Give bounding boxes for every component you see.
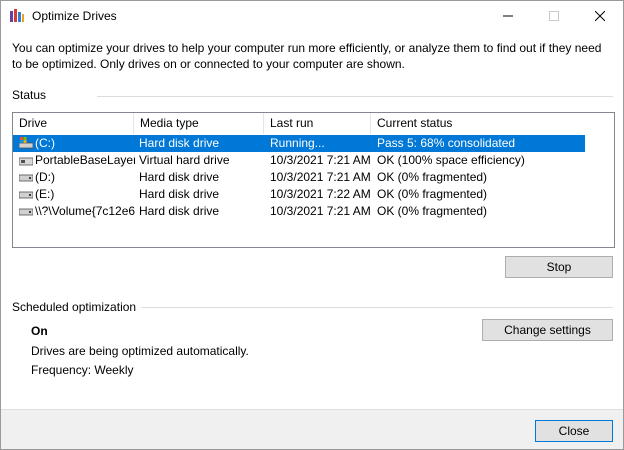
schedule-state: On (31, 324, 48, 338)
column-header-drive[interactable]: Drive (13, 113, 134, 134)
optimize-drives-window: Optimize Drives You can optimize your dr… (0, 0, 624, 450)
media-type: Hard disk drive (139, 204, 220, 218)
drive-list-header: Drive Media type Last run Current status (13, 113, 614, 134)
last-run: 10/3/2021 7:21 AM (270, 153, 370, 167)
close-icon (595, 11, 605, 21)
intro-text: You can optimize your drives to help you… (12, 41, 602, 71)
hard-drive-icon (19, 208, 33, 216)
schedule-frequency: Frequency: Weekly (31, 363, 134, 377)
drive-name: (E:) (35, 187, 55, 201)
status-separator (97, 96, 613, 97)
drive-name: (D:) (35, 170, 55, 184)
column-header-current-status[interactable]: Current status (371, 113, 585, 134)
media-type: Virtual hard drive (139, 153, 230, 167)
window-title: Optimize Drives (32, 9, 117, 23)
drive-list[interactable]: Drive Media type Last run Current status… (12, 112, 615, 248)
last-run: Running... (270, 136, 325, 150)
scheduled-section-label: Scheduled optimization (12, 300, 137, 314)
title-bar: Optimize Drives (1, 1, 623, 31)
drive-row-portable[interactable]: PortableBaseLayer ... Virtual hard drive… (13, 152, 585, 169)
system-drive-icon (19, 137, 33, 149)
current-status: OK (100% space efficiency) (377, 153, 525, 167)
current-status: OK (0% fragmented) (377, 170, 488, 184)
column-header-media-type[interactable]: Media type (134, 113, 264, 134)
drive-row-volume[interactable]: \\?\Volume{7c12e6... Hard disk drive 10/… (13, 203, 585, 220)
close-button[interactable]: Close (535, 420, 613, 442)
minimize-icon (503, 15, 513, 17)
maximize-button[interactable] (531, 1, 577, 31)
column-header-last-run[interactable]: Last run (264, 113, 371, 134)
scheduled-separator (141, 307, 613, 308)
media-type: Hard disk drive (139, 187, 220, 201)
current-status: OK (0% fragmented) (377, 187, 488, 201)
footer-bar: Close (1, 409, 623, 449)
maximize-icon (549, 11, 559, 21)
drive-name: (C:) (35, 136, 55, 150)
drive-row-d[interactable]: (D:) Hard disk drive 10/3/2021 7:21 AM O… (13, 169, 585, 186)
drive-row-e[interactable]: (E:) Hard disk drive 10/3/2021 7:22 AM O… (13, 186, 585, 203)
hard-drive-icon (19, 174, 33, 182)
minimize-button[interactable] (485, 1, 531, 31)
virtual-drive-icon (19, 157, 33, 166)
current-status: Pass 5: 68% consolidated (377, 136, 516, 150)
media-type: Hard disk drive (139, 136, 220, 150)
drive-row-c[interactable]: (C:) Hard disk drive Running... Pass 5: … (13, 135, 585, 152)
hard-drive-icon (19, 191, 33, 199)
schedule-description: Drives are being optimized automatically… (31, 344, 249, 358)
drive-name: PortableBaseLayer ... (35, 153, 135, 167)
status-section-label: Status (12, 88, 47, 102)
drive-name: \\?\Volume{7c12e6... (35, 204, 135, 218)
defrag-icon (10, 9, 24, 22)
last-run: 10/3/2021 7:21 AM (270, 170, 370, 184)
current-status: OK (0% fragmented) (377, 204, 488, 218)
stop-button[interactable]: Stop (505, 256, 613, 278)
close-window-button[interactable] (577, 1, 623, 31)
last-run: 10/3/2021 7:21 AM (270, 204, 370, 218)
media-type: Hard disk drive (139, 170, 220, 184)
change-settings-button[interactable]: Change settings (482, 319, 613, 341)
last-run: 10/3/2021 7:22 AM (270, 187, 370, 201)
